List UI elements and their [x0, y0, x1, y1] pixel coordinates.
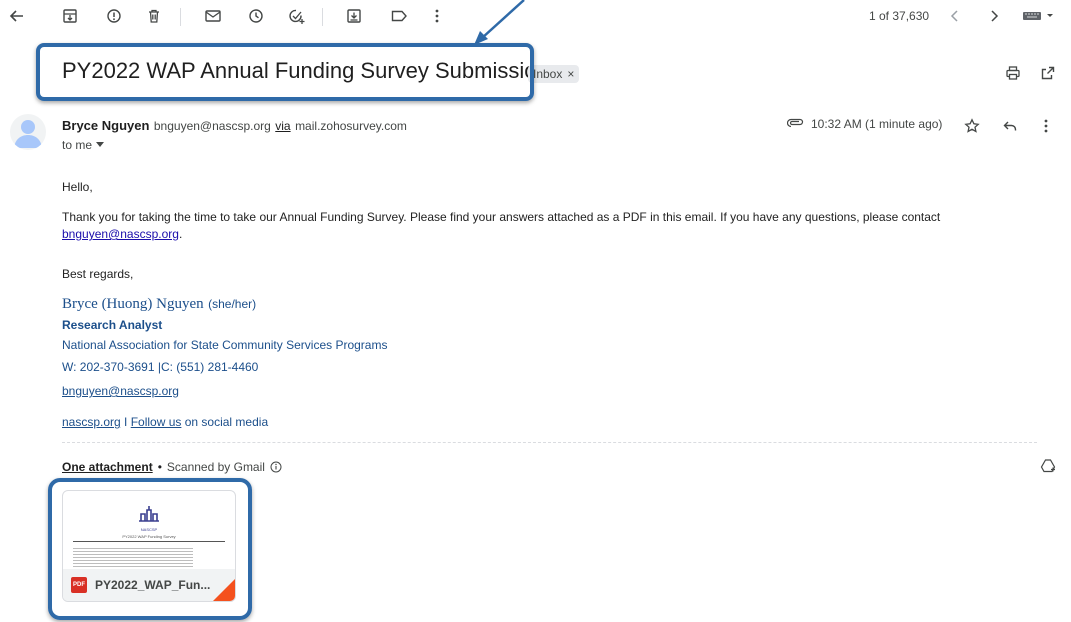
- more-vert-icon[interactable]: [430, 6, 444, 26]
- sender-name[interactable]: Bryce Nguyen: [62, 118, 149, 133]
- older-chevron-icon[interactable]: [985, 6, 1003, 26]
- add-to-drive-icon[interactable]: [1038, 456, 1058, 476]
- contact-email-link[interactable]: bnguyen@nascsp.org: [62, 227, 179, 241]
- toolbar-divider: [180, 8, 181, 26]
- reply-icon[interactable]: [1000, 116, 1020, 136]
- via-domain: mail.zohosurvey.com: [295, 119, 407, 133]
- input-tools-icon[interactable]: [1020, 6, 1058, 26]
- star-icon[interactable]: [962, 116, 982, 136]
- inbox-label-chip[interactable]: Inbox ×: [528, 65, 580, 83]
- info-icon[interactable]: [270, 461, 282, 473]
- attachments-heading: One attachment: [62, 460, 153, 474]
- scanned-by-gmail: Scanned by Gmail: [166, 460, 265, 474]
- attachments-divider: [62, 442, 1037, 444]
- signature-name-line: Bryce (Huong) Nguyen (she/her): [62, 295, 256, 313]
- via-label[interactable]: via: [275, 119, 290, 133]
- newer-chevron-icon[interactable]: [946, 6, 964, 26]
- inbox-label: Inbox: [533, 67, 563, 81]
- label-icon[interactable]: [388, 6, 410, 26]
- closing: Best regards,: [62, 267, 134, 281]
- snooze-icon[interactable]: [246, 6, 266, 26]
- message-more-icon[interactable]: [1040, 116, 1052, 136]
- attachments-header: One attachment • Scanned by Gmail: [62, 460, 282, 474]
- message-paragraph: Thank you for taking the time to take ou…: [62, 209, 1037, 243]
- report-spam-icon[interactable]: [104, 6, 124, 26]
- open-new-window-icon[interactable]: [1038, 63, 1058, 83]
- signature-phones: W: 202-370-3691 |C: (551) 281-4460: [62, 360, 259, 374]
- remove-label-icon[interactable]: ×: [567, 67, 574, 81]
- signature-title: Research Analyst: [62, 318, 163, 332]
- pagination-count: 1 of 37,630: [869, 9, 930, 23]
- follow-us-link[interactable]: Follow us: [131, 415, 182, 429]
- archive-icon[interactable]: [60, 6, 80, 26]
- mark-unread-icon[interactable]: [202, 6, 224, 26]
- signature-name: Bryce (Huong) Nguyen: [62, 296, 204, 312]
- attachment-highlight: [48, 478, 252, 620]
- paragraph-text: Thank you for taking the time to take ou…: [62, 210, 941, 224]
- signature-pronouns: (she/her): [208, 297, 257, 311]
- signature-org: National Association for State Community…: [62, 338, 388, 352]
- follow-suffix: on social media: [181, 415, 269, 429]
- website-link[interactable]: nascsp.org: [62, 415, 121, 429]
- link-separator: I: [120, 415, 131, 429]
- recipient-text: to me: [62, 138, 93, 152]
- delete-icon[interactable]: [144, 6, 164, 26]
- bullet: •: [157, 460, 162, 474]
- message-time: 10:32 AM (1 minute ago): [811, 117, 943, 131]
- move-to-icon[interactable]: [344, 6, 364, 26]
- print-icon[interactable]: [1003, 63, 1023, 83]
- signature-links: nascsp.org I Follow us on social media: [62, 415, 268, 429]
- paragraph-period: .: [178, 227, 183, 241]
- recipient-toggle[interactable]: to me: [62, 138, 105, 152]
- toolbar-divider: [322, 8, 323, 26]
- add-to-tasks-icon[interactable]: [286, 6, 308, 26]
- caret-down-icon: [96, 142, 105, 147]
- sender-avatar[interactable]: [10, 114, 46, 150]
- back-arrow-icon[interactable]: [8, 6, 26, 26]
- signature-email-link[interactable]: bnguyen@nascsp.org: [62, 384, 179, 398]
- sender-line: Bryce Nguyen bnguyen@nascsp.org via mail…: [62, 117, 407, 135]
- attachment-clip-icon: [786, 114, 806, 132]
- greeting: Hello,: [62, 180, 93, 194]
- subject-highlight: [36, 43, 534, 101]
- sender-email: bnguyen@nascsp.org: [153, 119, 271, 133]
